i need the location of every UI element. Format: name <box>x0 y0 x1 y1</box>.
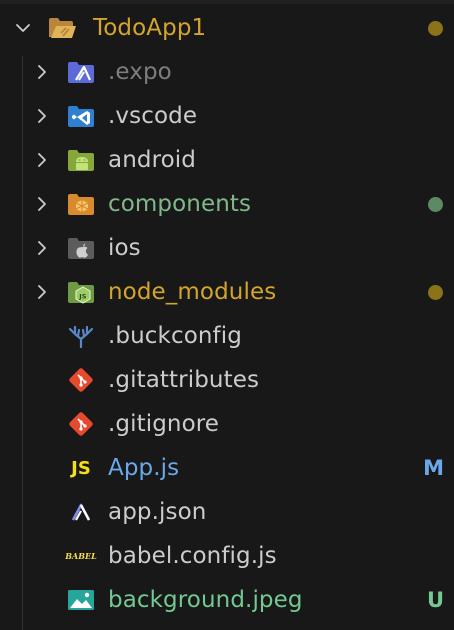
tree-item-label: .buckconfig <box>108 323 242 349</box>
expo-folder-icon <box>66 57 96 87</box>
tree-item-label: .expo <box>108 59 172 85</box>
tree-item-label: App.js <box>108 455 180 481</box>
tree-item-label: ios <box>108 235 141 261</box>
chevron-right-icon[interactable] <box>31 237 53 259</box>
tree-item-label: app.json <box>108 499 207 525</box>
modified-dot <box>428 20 443 36</box>
root-folder-label: TodoApp1 <box>93 15 207 41</box>
apple-folder-icon <box>66 233 96 263</box>
modified-dot <box>428 284 443 300</box>
tree-item-expo[interactable]: .expo <box>0 50 454 94</box>
modified-dot <box>428 196 443 212</box>
chevron-right-icon[interactable] <box>31 193 53 215</box>
tree-item-label: node_modules <box>108 279 277 305</box>
svg-text:JS: JS <box>78 293 86 301</box>
tree-item-app-js[interactable]: JS App.js M <box>0 446 454 490</box>
git-untracked-badge: U <box>426 588 444 612</box>
javascript-icon: JS <box>66 453 96 483</box>
tree-item-gitattributes[interactable]: .gitattributes <box>0 358 454 402</box>
javascript-icon-text: JS <box>71 457 91 479</box>
git-icon <box>66 365 96 395</box>
tree-item-label: .vscode <box>108 103 198 129</box>
tree-item-ios[interactable]: ios <box>0 226 454 270</box>
git-modified-badge: M <box>423 456 444 480</box>
tree-item-label: .gitattributes <box>108 367 260 393</box>
expo-icon <box>66 497 96 527</box>
babel-icon: BABEL <box>65 541 97 571</box>
tree-item-node-modules[interactable]: JS node_modules <box>0 270 454 314</box>
vscode-folder-icon <box>66 101 96 131</box>
tree-item-label: android <box>108 147 196 173</box>
tree-item-label: components <box>108 191 252 217</box>
tree-item-buckconfig[interactable]: .buckconfig <box>0 314 454 358</box>
file-explorer-tree: TodoApp1 .expo .vscode android component… <box>0 6 454 630</box>
git-icon <box>66 409 96 439</box>
tree-item-components[interactable]: components <box>0 182 454 226</box>
buck-icon <box>66 321 96 351</box>
babel-icon-text: BABEL <box>65 551 97 561</box>
tree-item-babel-config[interactable]: BABEL babel.config.js <box>0 534 454 578</box>
tree-item-background-jpeg[interactable]: background.jpeg U <box>0 578 454 622</box>
tree-item-vscode[interactable]: .vscode <box>0 94 454 138</box>
tree-item-android[interactable]: android <box>0 138 454 182</box>
image-icon <box>66 585 96 615</box>
tree-item-label: background.jpeg <box>108 587 303 613</box>
tree-root-folder[interactable]: TodoApp1 <box>0 6 454 50</box>
chevron-right-icon[interactable] <box>31 281 53 303</box>
chevron-down-icon[interactable] <box>12 17 34 39</box>
components-folder-icon <box>66 189 96 219</box>
node-folder-icon: JS <box>66 277 96 307</box>
chevron-right-icon[interactable] <box>31 61 53 83</box>
chevron-right-icon[interactable] <box>31 149 53 171</box>
folder-open-icon <box>47 13 77 43</box>
tree-item-gitignore[interactable]: .gitignore <box>0 402 454 446</box>
tree-item-label: .gitignore <box>108 411 220 437</box>
panel-top-border <box>0 0 454 4</box>
tree-item-label: babel.config.js <box>108 543 277 569</box>
chevron-right-icon[interactable] <box>31 105 53 127</box>
android-folder-icon <box>66 145 96 175</box>
tree-item-app-json[interactable]: app.json <box>0 490 454 534</box>
